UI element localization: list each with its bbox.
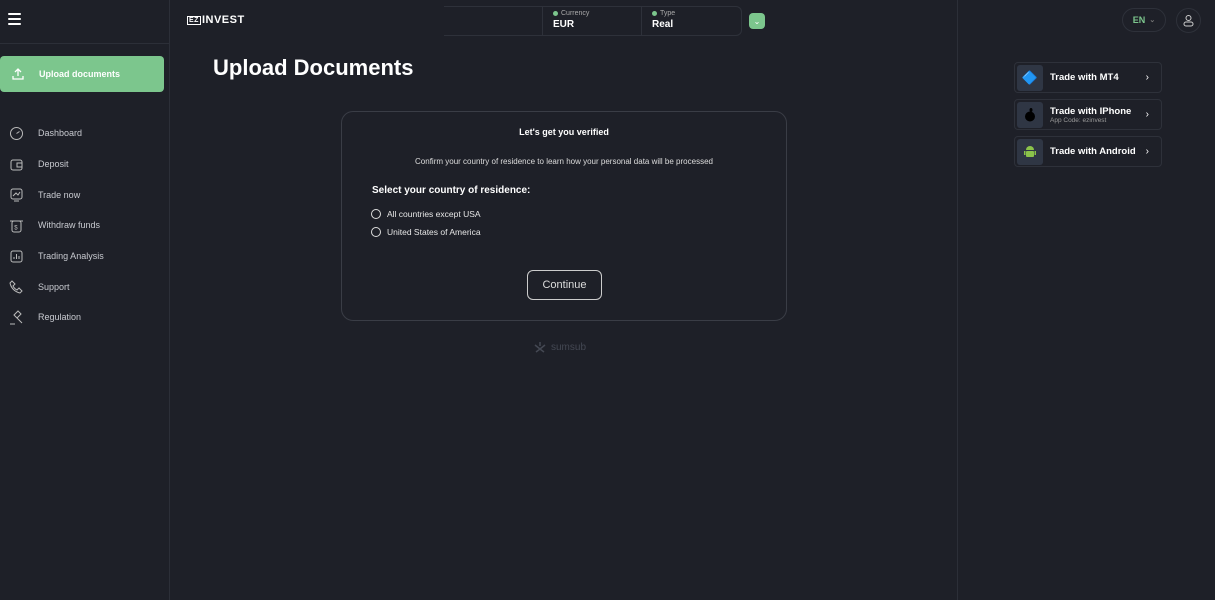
dashboard-icon (10, 126, 23, 140)
account-selector[interactable]: Currency EUR Type Real (444, 6, 742, 36)
trade-iphone-button[interactable]: Trade with IPhone App Code: ezinvest › (1014, 99, 1162, 130)
logo-text: INVEST (201, 14, 245, 26)
radio-label: All countries except USA (387, 209, 481, 219)
verification-card: Let's get you verified Confirm your coun… (341, 111, 787, 321)
account-dropdown-button[interactable]: ⌄ (749, 13, 765, 29)
sidebar-item-withdraw-funds[interactable]: $ Withdraw funds (0, 210, 104, 241)
sidebar: Upload documents Dashboard Deposit Trade… (0, 0, 170, 600)
sumsub-icon (534, 342, 546, 353)
trade-label: Trade with MT4 (1050, 72, 1119, 83)
account-spacer (444, 7, 542, 35)
radio-label: United States of America (387, 227, 481, 237)
card-title: Let's get you verified (519, 127, 609, 137)
trade-mt4-button[interactable]: 🔷 Trade with MT4 › (1014, 62, 1162, 93)
currency-field[interactable]: Currency EUR (542, 7, 641, 35)
radio-circle[interactable] (371, 227, 381, 237)
trade-label: Trade with IPhone (1050, 105, 1132, 117)
currency-label: Currency (561, 10, 590, 17)
sidebar-item-upload-documents[interactable]: Upload documents (0, 56, 164, 92)
trade-label: Trade with Android (1050, 146, 1136, 157)
sumsub-logo: sumsub (532, 341, 586, 353)
mt4-icon: 🔷 (1017, 64, 1043, 91)
user-icon (1183, 15, 1194, 27)
type-label: Type (660, 10, 676, 17)
status-dot (652, 11, 657, 16)
page-title: Upload Documents (213, 55, 414, 80)
sidebar-item-trading-analysis[interactable]: Trading Analysis (0, 241, 104, 272)
trade-android-button[interactable]: Trade with Android › (1014, 136, 1162, 167)
language-value: EN (1132, 15, 1146, 25)
chevron-right-icon: › (1145, 72, 1149, 83)
radio-all-countries[interactable]: All countries except USA (371, 209, 481, 219)
chevron-down-icon: ⌄ (1149, 17, 1156, 24)
sidebar-item-support[interactable]: Support (0, 271, 104, 302)
type-value: Real (652, 19, 674, 30)
sidebar-item-label: Regulation (38, 312, 82, 323)
app-code: App Code: ezinvest (1050, 116, 1107, 124)
user-profile-button[interactable] (1176, 8, 1201, 33)
withdraw-icon: $ (10, 220, 23, 233)
radio-usa[interactable]: United States of America (371, 227, 481, 237)
wallet-icon (10, 159, 23, 171)
type-field[interactable]: Type Real (641, 7, 741, 35)
sidebar-item-deposit[interactable]: Deposit (0, 149, 104, 180)
analysis-icon (10, 250, 23, 263)
phone-icon (9, 280, 23, 294)
sidebar-item-dashboard[interactable]: Dashboard (0, 118, 104, 149)
currency-value: EUR (553, 19, 575, 30)
country-question: Select your country of residence: (372, 185, 531, 196)
gavel-icon (10, 310, 23, 325)
svg-text:$: $ (14, 225, 18, 231)
sidebar-item-label: Withdraw funds (38, 220, 101, 231)
chevron-right-icon: › (1145, 109, 1149, 120)
sumsub-text: sumsub (551, 341, 587, 353)
status-dot (553, 11, 558, 16)
chevron-down-icon: ⌄ (753, 16, 761, 26)
sidebar-item-trade-now[interactable]: Trade now (0, 179, 104, 210)
chart-icon (10, 188, 23, 202)
sidebar-item-label: Dashboard (38, 128, 83, 139)
continue-button[interactable]: Continue (527, 270, 602, 300)
sidebar-nav: Dashboard Deposit Trade now $ Withdraw fu… (0, 118, 104, 333)
sidebar-item-regulation[interactable]: Regulation (0, 302, 104, 333)
sidebar-item-label: Upload documents (39, 69, 121, 79)
radio-circle[interactable] (371, 209, 381, 219)
logo[interactable]: EZ INVEST (187, 14, 245, 26)
sidebar-item-label: Deposit (38, 159, 69, 170)
apple-icon (1017, 101, 1043, 128)
sidebar-item-label: Trade now (38, 189, 81, 200)
card-subtitle: Confirm your country of residence to lea… (415, 157, 713, 166)
android-icon (1017, 138, 1043, 165)
menu-icon[interactable] (8, 13, 21, 25)
sidebar-item-label: Support (38, 281, 70, 292)
language-selector[interactable]: EN ⌄ (1122, 8, 1166, 32)
sidebar-item-label: Trading Analysis (38, 251, 104, 262)
chevron-right-icon: › (1145, 146, 1149, 157)
logo-mark: EZ (187, 15, 201, 25)
divider (0, 43, 170, 44)
upload-icon (12, 68, 24, 80)
